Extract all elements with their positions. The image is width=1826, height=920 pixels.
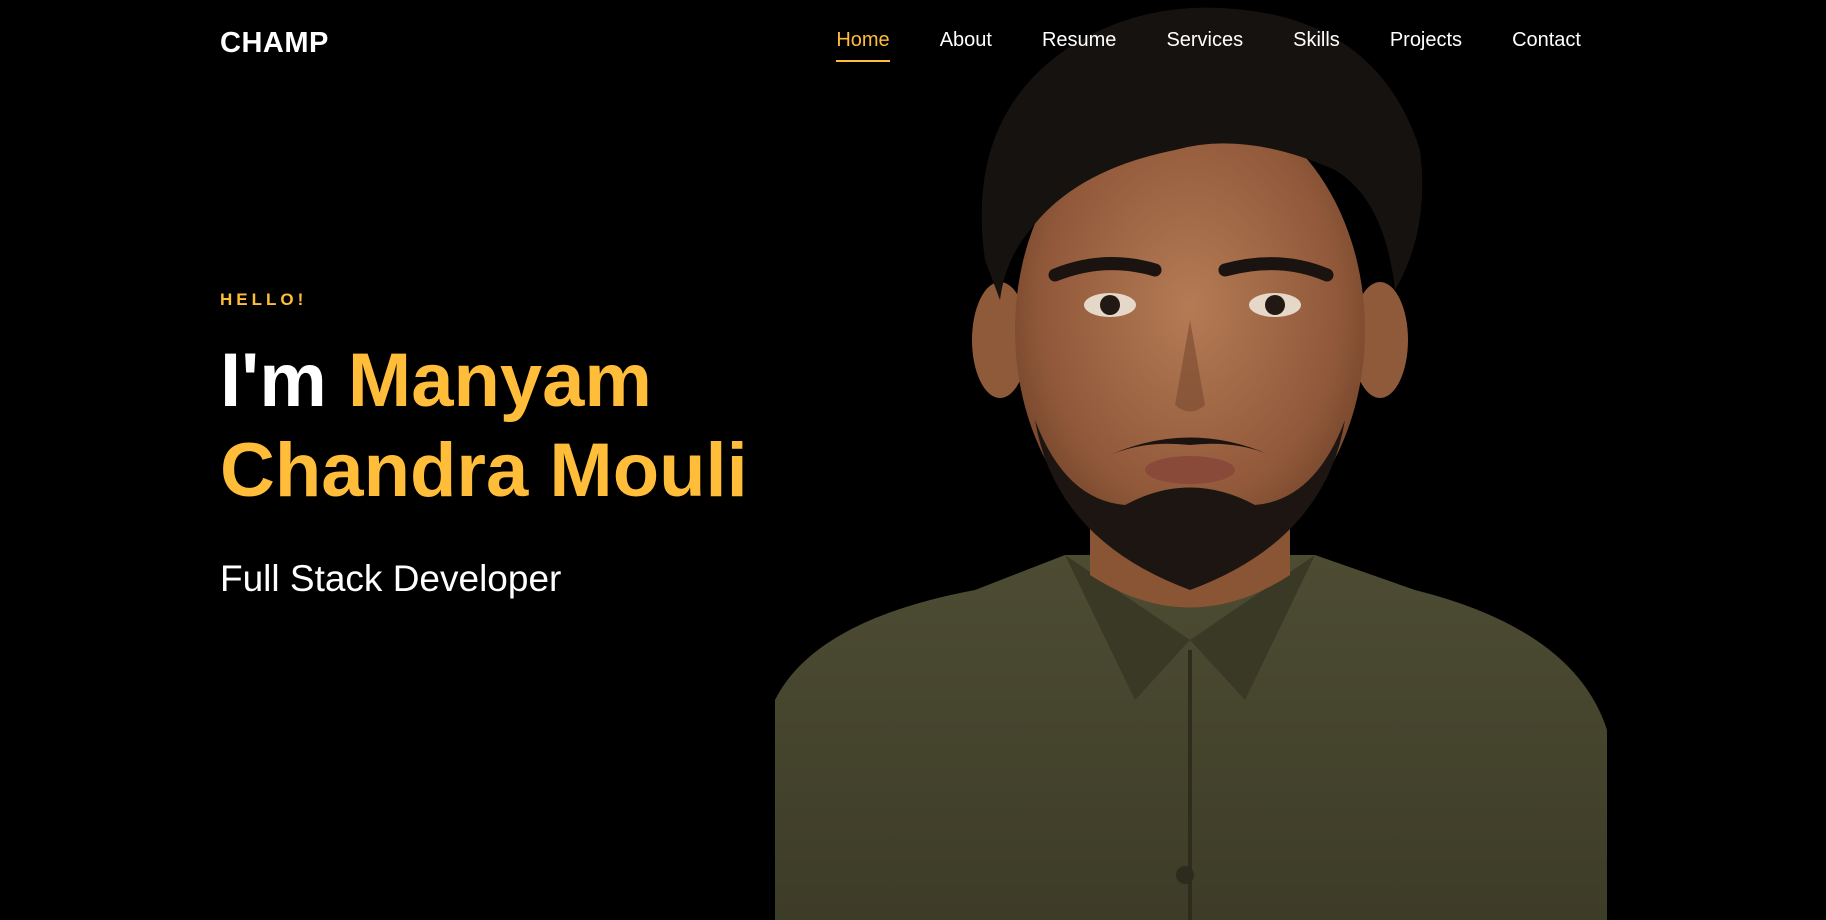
nav-home[interactable]: Home <box>836 29 890 62</box>
site-logo[interactable]: CHAMP <box>220 27 329 60</box>
hero-text: HELLO! I'm Manyam Chandra Mouli Full Sta… <box>220 290 748 600</box>
hero-greeting: HELLO! <box>220 290 308 309</box>
nav-services[interactable]: Services <box>1166 29 1243 62</box>
nav-contact[interactable]: Contact <box>1512 29 1581 62</box>
name-line-1: Manyam <box>347 338 653 423</box>
nav-projects[interactable]: Projects <box>1390 29 1462 62</box>
nav-skills[interactable]: Skills <box>1293 29 1340 62</box>
nav-resume[interactable]: Resume <box>1042 29 1116 62</box>
nav-about[interactable]: About <box>940 29 992 62</box>
profile-photo <box>775 7 1607 920</box>
hero-headline: I'm Manyam Chandra Mouli <box>220 336 748 516</box>
headline-prefix: I'm <box>220 338 348 423</box>
main-nav: Home About Resume Services Skills Projec… <box>836 29 1581 62</box>
hero-subtitle: Full Stack Developer <box>220 558 562 599</box>
name-line-2: Chandra Mouli <box>220 428 748 513</box>
